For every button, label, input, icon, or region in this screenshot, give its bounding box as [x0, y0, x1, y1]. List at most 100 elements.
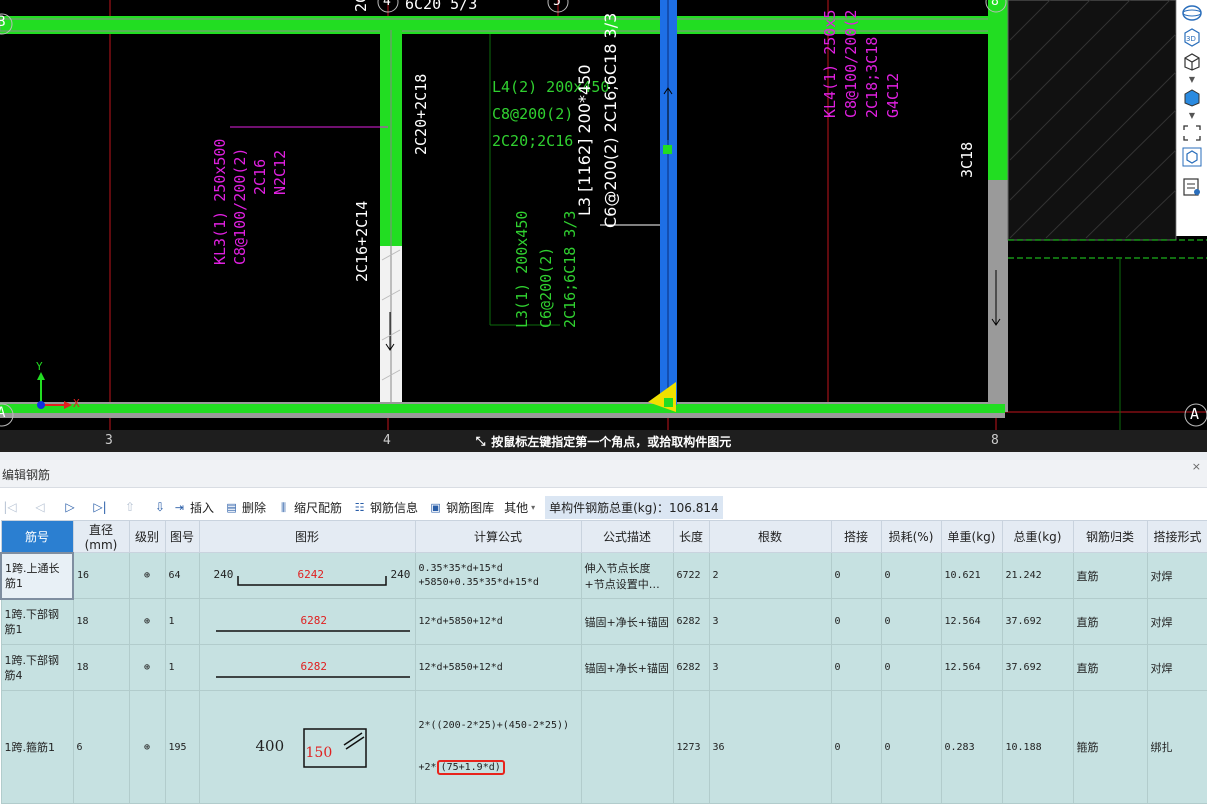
col-header-grade[interactable]: 级别 [128, 520, 166, 553]
cell-loss[interactable]: 0 [880, 552, 942, 599]
cell-bar-no[interactable]: 1跨.上通长筋1 [0, 551, 74, 600]
close-icon[interactable]: × [1192, 460, 1201, 473]
cell-length[interactable]: 6282 [672, 644, 710, 691]
cell-count[interactable]: 3 [708, 598, 832, 645]
last-record-icon[interactable]: ▷| [92, 500, 108, 514]
cell-lap[interactable]: 0 [830, 690, 882, 804]
insert-button[interactable]: ⇥ 插入 [172, 499, 214, 516]
table-row[interactable]: 1跨.下部钢筋4 18 ⊕ 1 6282 12*d+5850+12*d 锚固+净… [0, 644, 1207, 691]
cell-shape[interactable]: 6282 [198, 598, 416, 645]
cube-filled-icon[interactable] [1179, 86, 1205, 108]
cell-formula[interactable]: 12*d+5850+12*d [414, 598, 582, 645]
col-header-formula-desc[interactable]: 公式描述 [580, 520, 674, 553]
cell-loss[interactable]: 0 [880, 598, 942, 645]
first-record-icon[interactable]: |◁ [2, 500, 18, 514]
cell-length[interactable]: 6282 [672, 598, 710, 645]
cell-bar-no[interactable]: 1跨.下部钢筋1 [0, 598, 74, 645]
cell-bar-no[interactable]: 1跨.箍筋1 [0, 690, 74, 804]
cell-fig-no[interactable]: 1 [164, 598, 200, 645]
cell-formula-desc[interactable] [580, 690, 674, 804]
3d-icon[interactable]: 3D [1179, 26, 1205, 48]
col-header-diameter[interactable]: 直径(mm) [72, 520, 130, 553]
cell-fig-no[interactable]: 195 [164, 690, 200, 804]
list-settings-icon[interactable] [1179, 176, 1205, 198]
cell-bar-no[interactable]: 1跨.下部钢筋4 [0, 644, 74, 691]
col-header-shape[interactable]: 图形 [198, 520, 416, 553]
cell-lap-type[interactable]: 绑扎 [1146, 690, 1207, 804]
cell-count[interactable]: 36 [708, 690, 832, 804]
col-header-fig-no[interactable]: 图号 [164, 520, 200, 553]
cell-lap[interactable]: 0 [830, 552, 882, 599]
cell-unit-weight[interactable]: 10.621 [940, 552, 1003, 599]
table-row[interactable]: 1跨.上通长筋1 16 ⊕ 64 240 6242 240 0.35*35*d+… [0, 551, 1207, 600]
cell-count[interactable]: 3 [708, 644, 832, 691]
next-record-icon[interactable]: ▷ [62, 500, 78, 514]
cell-shape[interactable]: 400 150 [198, 690, 416, 804]
cell-unit-weight[interactable]: 12.564 [940, 598, 1003, 645]
cell-formula[interactable]: 0.35*35*d+15*d +5850+0.35*35*d+15*d [414, 552, 582, 599]
cell-category[interactable]: 箍筋 [1072, 690, 1148, 804]
cell-length[interactable]: 1273 [672, 690, 710, 804]
cell-total-weight[interactable]: 37.692 [1001, 598, 1074, 645]
cell-diameter[interactable]: 18 [72, 644, 130, 691]
col-header-formula[interactable]: 计算公式 [414, 520, 582, 553]
cell-grade[interactable]: ⊕ [128, 690, 166, 804]
move-up-icon[interactable]: ⇧ [122, 500, 138, 514]
cell-loss[interactable]: 0 [880, 690, 942, 804]
cell-diameter[interactable]: 6 [72, 690, 130, 804]
cell-lap[interactable]: 0 [830, 598, 882, 645]
cell-category[interactable]: 直筋 [1072, 552, 1148, 599]
col-header-count[interactable]: 根数 [708, 520, 832, 553]
rebar-info-button[interactable]: ☷ 钢筋信息 [352, 499, 418, 516]
cell-unit-weight[interactable]: 0.283 [940, 690, 1003, 804]
chevron-down-icon-2[interactable]: ▼ [1179, 110, 1205, 120]
cell-formula-desc[interactable]: 伸入节点长度 +节点设置中… [580, 552, 674, 599]
cell-formula-desc[interactable]: 锚固+净长+锚固 [580, 644, 674, 691]
cell-lap-type[interactable]: 对焊 [1146, 598, 1207, 645]
cell-fig-no[interactable]: 1 [164, 644, 200, 691]
cell-diameter[interactable]: 18 [72, 598, 130, 645]
col-header-lap[interactable]: 搭接 [830, 520, 882, 553]
col-header-unit-weight[interactable]: 单重(kg) [940, 520, 1003, 553]
cell-grade[interactable]: ⊕ [128, 644, 166, 691]
cell-unit-weight[interactable]: 12.564 [940, 644, 1003, 691]
cell-fig-no[interactable]: 64 [164, 552, 200, 599]
col-header-category[interactable]: 钢筋归类 [1072, 520, 1148, 553]
cell-count[interactable]: 2 [708, 552, 832, 599]
col-header-length[interactable]: 长度 [672, 520, 710, 553]
cube-icon[interactable] [1179, 50, 1205, 72]
cell-shape[interactable]: 6282 [198, 644, 416, 691]
cell-diameter[interactable]: 16 [72, 552, 130, 599]
cell-grade[interactable]: ⊕ [128, 552, 166, 599]
cell-length[interactable]: 6722 [672, 552, 710, 599]
cell-lap-type[interactable]: 对焊 [1146, 552, 1207, 599]
panel-splitter[interactable] [0, 452, 1207, 460]
cad-drawing-canvas[interactable]: B A A 4 5 8 X Y 6C20 5/3 2C 2C20+2C18 2C… [0, 0, 1207, 430]
cell-lap-type[interactable]: 对焊 [1146, 644, 1207, 691]
prev-record-icon[interactable]: ◁ [32, 500, 48, 514]
view-cube-icon[interactable] [1179, 146, 1205, 168]
cell-shape[interactable]: 240 6242 240 [198, 552, 416, 599]
cell-loss[interactable]: 0 [880, 644, 942, 691]
cell-lap[interactable]: 0 [830, 644, 882, 691]
cell-total-weight[interactable]: 10.188 [1001, 690, 1074, 804]
sphere-icon[interactable] [1179, 2, 1205, 24]
rebar-library-button[interactable]: ▣ 钢筋图库 [428, 499, 494, 516]
cell-total-weight[interactable]: 37.692 [1001, 644, 1074, 691]
scale-rebar-button[interactable]: ⫼ 缩尺配筋 [276, 499, 342, 516]
col-header-lap-type[interactable]: 搭接形式 [1146, 520, 1207, 553]
other-dropdown[interactable]: 其他 ▾ [504, 499, 535, 516]
table-row[interactable]: 1跨.下部钢筋1 18 ⊕ 1 6282 12*d+5850+12*d 锚固+净… [0, 598, 1207, 645]
cell-category[interactable]: 直筋 [1072, 598, 1148, 645]
move-down-icon[interactable]: ⇩ [152, 500, 168, 514]
chevron-down-icon[interactable]: ▼ [1179, 74, 1205, 84]
col-header-bar-no[interactable]: 筋号 [0, 520, 74, 553]
cell-grade[interactable]: ⊕ [128, 598, 166, 645]
col-header-loss[interactable]: 损耗(%) [880, 520, 942, 553]
cell-category[interactable]: 直筋 [1072, 644, 1148, 691]
cell-formula[interactable]: 12*d+5850+12*d [414, 644, 582, 691]
delete-button[interactable]: ▤ 删除 [224, 499, 266, 516]
cell-formula-desc[interactable]: 锚固+净长+锚固 [580, 598, 674, 645]
cell-total-weight[interactable]: 21.242 [1001, 552, 1074, 599]
cell-formula[interactable]: 2*((200-2*25)+(450-2*25)) +2* (75+1.9*d) [414, 690, 582, 804]
